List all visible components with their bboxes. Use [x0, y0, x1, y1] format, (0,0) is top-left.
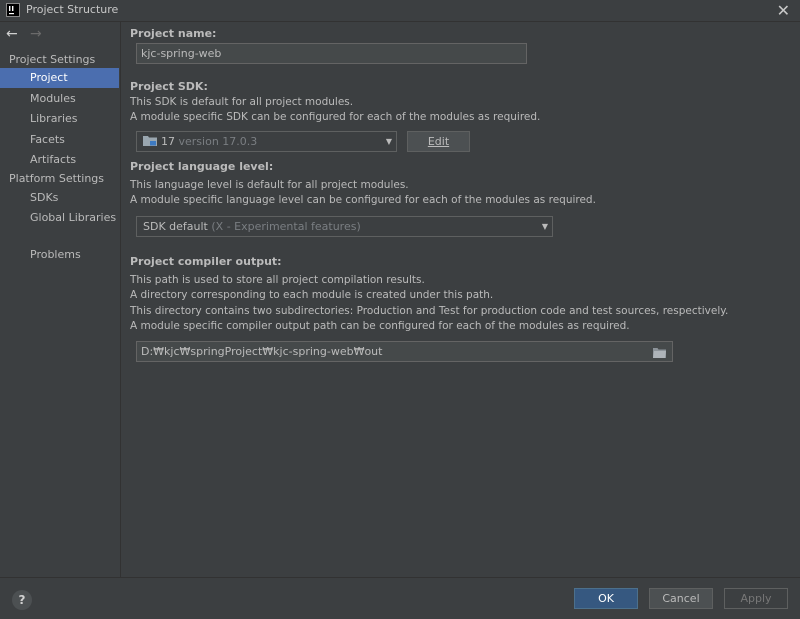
chevron-down-icon: ▼ — [385, 137, 392, 146]
sidebar-item-libraries[interactable]: Libraries — [0, 109, 119, 129]
sdk-description-2: A module specific SDK can be configured … — [130, 111, 541, 123]
sidebar-item-artifacts[interactable]: Artifacts — [0, 150, 119, 170]
language-level-dropdown[interactable]: SDK default (X - Experimental features) … — [136, 216, 553, 237]
output-description-2: A directory corresponding to each module… — [130, 289, 494, 301]
title-bar: Project Structure ✕ — [0, 0, 800, 22]
project-name-label: Project name: — [130, 27, 217, 40]
project-settings-header: Project Settings — [9, 53, 96, 66]
sidebar: ← → Project Settings Project Modules Lib… — [0, 22, 121, 577]
sidebar-item-project[interactable]: Project — [0, 68, 119, 88]
forward-arrow-icon[interactable]: → — [30, 24, 42, 44]
output-description-1: This path is used to store all project c… — [130, 274, 425, 286]
window-title: Project Structure — [26, 3, 119, 16]
cancel-button[interactable]: Cancel — [649, 588, 713, 609]
language-description-1: This language level is default for all p… — [130, 179, 409, 191]
browse-folder-icon[interactable] — [653, 345, 666, 364]
sdk-version-number: 17 — [161, 135, 175, 148]
sdk-description-1: This SDK is default for all project modu… — [130, 96, 354, 108]
sidebar-item-facets[interactable]: Facets — [0, 130, 119, 150]
chevron-down-icon: ▼ — [541, 222, 548, 231]
sidebar-item-global-libraries[interactable]: Global Libraries — [0, 208, 119, 228]
sidebar-item-problems[interactable]: Problems — [0, 245, 119, 265]
language-level-label: Project language level: — [130, 160, 274, 173]
intellij-logo-icon — [6, 3, 20, 17]
sdk-version-detail: version 17.0.3 — [178, 135, 258, 148]
platform-settings-header: Platform Settings — [9, 172, 105, 185]
compiler-output-field[interactable]: D:₩kjc₩springProject₩kjc-spring-web₩out — [136, 341, 673, 362]
edit-button-label: Edit — [427, 135, 450, 148]
dialog-footer: ? OK Cancel Apply — [0, 577, 800, 619]
help-icon[interactable]: ? — [12, 590, 32, 610]
project-name-input[interactable] — [136, 43, 527, 64]
output-description-3: This directory contains two subdirectori… — [130, 305, 729, 317]
language-level-value: SDK default — [143, 220, 208, 233]
language-description-2: A module specific language level can be … — [130, 194, 596, 206]
sidebar-item-sdks[interactable]: SDKs — [0, 188, 119, 208]
compiler-output-path: D:₩kjc₩springProject₩kjc-spring-web₩out — [141, 345, 383, 358]
sdk-folder-icon — [143, 133, 157, 152]
compiler-output-label: Project compiler output: — [130, 255, 282, 268]
output-description-4: A module specific compiler output path c… — [130, 320, 630, 332]
edit-sdk-button[interactable]: Edit — [407, 131, 470, 152]
project-sdk-label: Project SDK: — [130, 80, 208, 93]
sdk-dropdown[interactable]: 17 version 17.0.3 ▼ — [136, 131, 397, 152]
back-arrow-icon[interactable]: ← — [6, 24, 18, 44]
close-icon[interactable]: ✕ — [777, 1, 790, 20]
project-settings-panel: Project name: Project SDK: This SDK is d… — [121, 22, 800, 577]
apply-button[interactable]: Apply — [724, 588, 788, 609]
language-level-detail: (X - Experimental features) — [211, 220, 361, 233]
sidebar-item-modules[interactable]: Modules — [0, 89, 119, 109]
ok-button[interactable]: OK — [574, 588, 638, 609]
